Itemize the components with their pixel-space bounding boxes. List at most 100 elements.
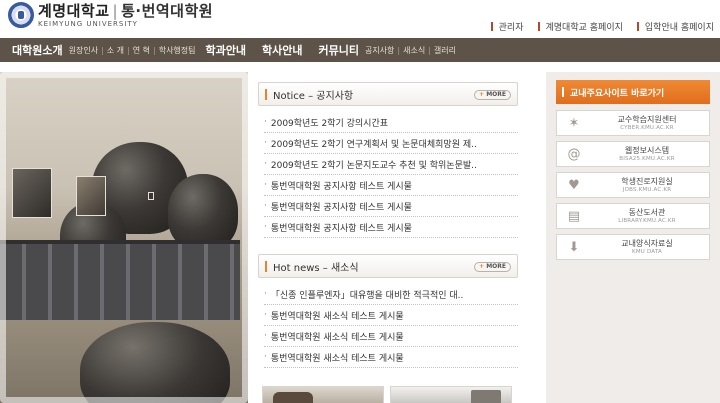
shortcut-bisa[interactable]: @ 웹정보시스템 BISA25.KMU.AC.KR <box>556 141 710 167</box>
nav-sub-history[interactable]: 연 혁 <box>133 46 150 55</box>
shortcut-name: 교수학습지원센터 <box>617 114 677 124</box>
top-link-admin[interactable]: 관리자 <box>490 20 524 33</box>
shortcut-header: 교내주요사이트 바로가기 <box>556 80 710 104</box>
at-sign-icon: @ <box>567 146 581 162</box>
shortcut-name: 교내양식자료실 <box>621 238 673 248</box>
notice-more-button[interactable]: + MORE <box>474 90 511 100</box>
list-item-text: 2009학년도 2학기 논문지도교수 추천 및 학위논문발.. <box>270 160 477 171</box>
nav-community-subs: 공지사항 | 새소식 | 갤러리 <box>365 45 456 56</box>
shortcut-name: 학생진로지원실 <box>621 176 673 186</box>
list-item[interactable]: · 통번역대학원 새소식 테스트 게시물 <box>264 305 518 326</box>
shortcut-text: 교수학습지원센터 CYBER.KMU.AC.KR <box>591 115 709 132</box>
list-item[interactable]: · 「신종 인플루엔자」대유행을 대비한 적극적인 대.. <box>264 284 518 305</box>
logo-text: 계명대학교 | 통·번역대학원 KEIMYUNG UNIVERSITY <box>38 2 213 28</box>
list-item-text: 「신종 인플루엔자」대유행을 대비한 적극적인 대.. <box>270 290 464 301</box>
thumbnail-shape <box>471 390 501 403</box>
bar-icon <box>537 22 540 31</box>
shortcut-url: KMU DATA <box>632 248 662 255</box>
bar-icon <box>562 87 564 97</box>
site-logo[interactable]: 계명대학교 | 통·번역대학원 KEIMYUNG UNIVERSITY <box>8 2 213 28</box>
shortcut-name: 웹정보시스템 <box>624 145 670 155</box>
bullet-icon: · <box>264 117 267 127</box>
nav-departments[interactable]: 학과안내 <box>206 42 246 58</box>
nav-group-about: 대학원소개 원장인사 | 소 개 | 연 혁 | 학사행정팀 <box>12 42 196 58</box>
divider: | <box>397 45 401 55</box>
shortcut-url: CYBER.KMU.AC.KR <box>620 124 674 131</box>
bar-icon <box>265 88 267 100</box>
main-visual-image <box>0 72 248 403</box>
bullet-icon: · <box>264 159 267 169</box>
shortcut-list: ✶ 교수학습지원센터 CYBER.KMU.AC.KR @ 웹정보시스템 BISA… <box>556 110 710 265</box>
shortcut-text: 웹정보시스템 BISA25.KMU.AC.KR <box>591 146 709 163</box>
nav-sub-intro[interactable]: 소 개 <box>107 46 124 55</box>
shortcut-library[interactable]: ▤ 동산도서관 LIBRARY.KMU.AC.KR <box>556 203 710 229</box>
nav-group-departments: 학과안내 <box>206 42 252 58</box>
nav-sub-admin-team[interactable]: 학사행정팀 <box>159 46 196 55</box>
nav-academics[interactable]: 학사안내 <box>262 42 302 58</box>
news-header: Hot news – 새소식 + MORE <box>258 254 518 278</box>
university-seal-icon <box>8 2 34 28</box>
nav-group-community: 커뮤니티 공지사항 | 새소식 | 갤러리 <box>318 42 456 58</box>
nav-sub-news[interactable]: 새소식 <box>403 46 425 55</box>
list-item[interactable]: · 통번역대학원 새소식 테스트 게시물 <box>264 326 518 347</box>
nav-community[interactable]: 커뮤니티 <box>318 42 358 58</box>
bullet-icon: · <box>264 289 267 299</box>
divider: | <box>101 45 104 55</box>
bullet-icon: · <box>264 222 267 232</box>
list-item-text: 통번역대학원 새소식 테스트 게시물 <box>270 332 404 343</box>
bullet-icon: · <box>264 331 267 341</box>
shortcut-cyber[interactable]: ✶ 교수학습지원센터 CYBER.KMU.AC.KR <box>556 110 710 136</box>
thumbnail-shape <box>273 392 313 403</box>
notice-header: Notice – 공지사항 + MORE <box>258 82 518 106</box>
notice-board: Notice – 공지사항 + MORE · 2009학년도 2학기 강의시간표 ·… <box>258 82 518 238</box>
main-navigation: 대학원소개 원장인사 | 소 개 | 연 혁 | 학사행정팀 학과안내 학사안내 커뮤니티 … <box>0 38 720 62</box>
top-link-label: 관리자 <box>498 23 524 33</box>
top-link-label: 입학안내 홈페이지 <box>644 23 714 33</box>
logo-sub-text: 통·번역대학원 <box>121 2 214 20</box>
nav-sub-notice[interactable]: 공지사항 <box>365 46 394 55</box>
list-item[interactable]: · 2009학년도 2학기 논문지도교수 추천 및 학위논문발.. <box>264 154 518 175</box>
nav-about[interactable]: 대학원소개 <box>12 42 63 58</box>
shortcut-text: 교내양식자료실 KMU DATA <box>591 239 709 256</box>
bar-icon <box>265 260 267 272</box>
nav-sub-greeting[interactable]: 원장인사 <box>69 46 98 55</box>
header: 계명대학교 | 통·번역대학원 KEIMYUNG UNIVERSITY 관리자 계명… <box>0 0 720 38</box>
divider: | <box>428 45 431 55</box>
list-item-text: 통번역대학원 공지사항 테스트 게시물 <box>270 223 412 234</box>
shortcut-text: 동산도서관 LIBRARY.KMU.AC.KR <box>591 208 709 225</box>
list-item[interactable]: · 통번역대학원 공지사항 테스트 게시물 <box>264 175 518 196</box>
shortcut-url: BISA25.KMU.AC.KR <box>619 155 675 162</box>
list-item[interactable]: · 2009학년도 2학기 강의시간표 <box>264 112 518 133</box>
book-icon: ▤ <box>567 208 581 224</box>
nav-sub-gallery[interactable]: 갤러리 <box>434 46 456 55</box>
shortcut-text: 학생진로지원실 JOBS.KMU.AC.KR <box>591 177 709 194</box>
list-item[interactable]: · 통번역대학원 공지사항 테스트 게시물 <box>264 217 518 238</box>
news-more-button[interactable]: + MORE <box>474 262 511 272</box>
shortcut-title: 교내주요사이트 바로가기 <box>570 88 665 99</box>
gallery-thumbnail[interactable] <box>262 386 384 403</box>
bullet-icon: · <box>264 201 267 211</box>
gallery-thumbnail[interactable] <box>390 386 512 403</box>
download-icon: ⬇ <box>568 239 580 255</box>
list-item[interactable]: · 통번역대학원 공지사항 테스트 게시물 <box>264 196 518 217</box>
nav-group-academics: 학사안내 <box>262 42 308 58</box>
list-item-text: 통번역대학원 공지사항 테스트 게시물 <box>270 202 412 213</box>
heart-icon: ♥ <box>568 177 580 193</box>
bar-icon <box>490 22 493 31</box>
top-link-university-home[interactable]: 계명대학교 홈페이지 <box>537 20 623 33</box>
shortcut-jobs[interactable]: ♥ 학생진로지원실 JOBS.KMU.AC.KR <box>556 172 710 198</box>
shortcut-kmu-data[interactable]: ⬇ 교내양식자료실 KMU DATA <box>556 234 710 260</box>
shortcut-name: 동산도서관 <box>628 207 666 217</box>
notice-title: Notice – 공지사항 <box>273 90 354 102</box>
top-links: 관리자 계명대학교 홈페이지 입학안내 홈페이지 <box>490 20 714 33</box>
bar-icon <box>636 22 639 31</box>
list-item-text: 통번역대학원 새소식 테스트 게시물 <box>270 353 404 364</box>
bullet-icon: · <box>264 310 267 320</box>
divider: | <box>153 45 156 55</box>
top-link-admission-home[interactable]: 입학안내 홈페이지 <box>636 20 714 33</box>
list-item[interactable]: · 2009학년도 2학기 연구계획서 및 논문대체희망원 제.. <box>264 133 518 154</box>
news-list: · 「신종 인플루엔자」대유행을 대비한 적극적인 대.. · 통번역대학원 새소식… <box>258 278 518 368</box>
more-label: MORE <box>486 263 506 270</box>
list-item[interactable]: · 통번역대학원 새소식 테스트 게시물 <box>264 347 518 368</box>
logo-divider: | <box>112 2 119 20</box>
